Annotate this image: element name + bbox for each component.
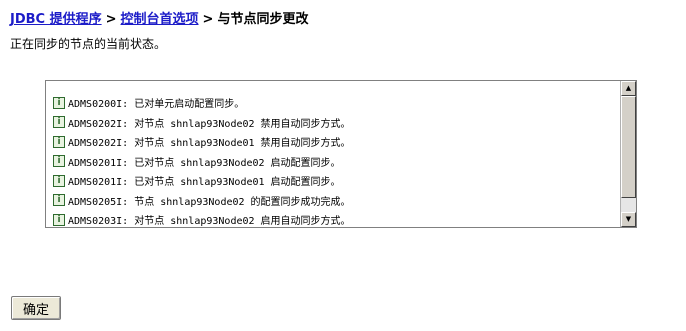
log-entry: i ADMS0200I: 已对单元启动配置同步。 [46, 93, 620, 113]
info-icon: i [53, 155, 65, 168]
log-entry: i ADMS0201I: 已对节点 shnlap93Node01 启动配置同步。 [46, 171, 620, 191]
breadcrumb-link-jdbc-providers[interactable]: JDBC 提供程序 [10, 12, 102, 27]
log-entry: i ADMS0201I: 已对节点 shnlap93Node02 启动配置同步。 [46, 152, 620, 172]
breadcrumb-link-console-preferences[interactable]: 控制台首选项 [121, 12, 199, 27]
log-entry-text: ADMS0201I: 已对节点 shnlap93Node01 启动配置同步。 [68, 177, 341, 189]
info-icon: i [53, 116, 65, 129]
info-icon: i [53, 194, 65, 207]
scroll-up-arrow-icon[interactable]: ▲ [621, 81, 636, 96]
scroll-down-arrow-icon[interactable]: ▼ [621, 212, 636, 227]
log-entry-text: ADMS0203I: 对节点 shnlap93Node02 启用自动同步方式。 [68, 216, 351, 227]
log-entry: i ADMS0202I: 对节点 shnlap93Node01 禁用自动同步方式。 [46, 132, 620, 152]
log-entry: i ADMS0203I: 对节点 shnlap93Node02 启用自动同步方式。 [46, 210, 620, 227]
sync-status-log[interactable]: i ADMS0200I: 已对单元启动配置同步。 i ADMS0202I: 对节点 … [45, 80, 637, 228]
log-entry-text: ADMS0205I: 节点 shnlap93Node02 的配置同步成功完成。 [68, 196, 351, 208]
log-list: i ADMS0200I: 已对单元启动配置同步。 i ADMS0202I: 对节点 … [46, 81, 620, 227]
log-entry: i ADMS0205I: 节点 shnlap93Node02 的配置同步成功完成。 [46, 191, 620, 211]
log-entry: i ADMS0202I: 对节点 shnlap93Node02 禁用自动同步方式。 [46, 113, 620, 133]
vertical-scrollbar[interactable]: ▲ ▼ [620, 81, 636, 227]
breadcrumb-separator: > [105, 12, 117, 27]
breadcrumb: JDBC 提供程序 > 控制台首选项 > 与节点同步更改 [10, 8, 308, 27]
info-icon: i [53, 96, 65, 109]
ok-button[interactable]: 确定 [11, 296, 61, 320]
page-description: 正在同步的节点的当前状态。 [10, 37, 167, 51]
breadcrumb-separator: > [202, 12, 214, 27]
log-entry-text: ADMS0202I: 对节点 shnlap93Node02 禁用自动同步方式。 [68, 118, 351, 130]
log-entry-text: ADMS0201I: 已对节点 shnlap93Node02 启动配置同步。 [68, 157, 341, 169]
breadcrumb-current-page: 与节点同步更改 [217, 12, 309, 27]
info-icon: i [53, 174, 65, 187]
scrollbar-thumb[interactable] [621, 96, 636, 198]
info-icon: i [53, 135, 65, 148]
info-icon: i [53, 213, 65, 226]
log-entry-text: ADMS0200I: 已对单元启动配置同步。 [68, 99, 245, 111]
log-entry-text: ADMS0202I: 对节点 shnlap93Node01 禁用自动同步方式。 [68, 138, 351, 150]
